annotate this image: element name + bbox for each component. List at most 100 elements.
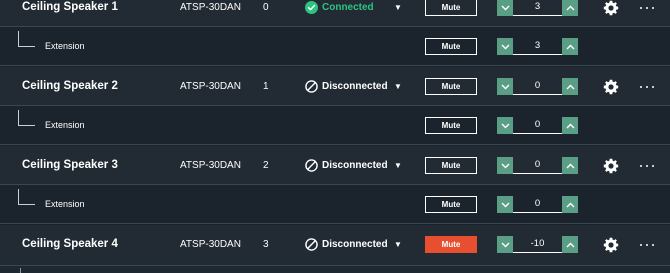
chevron-down-icon[interactable]: ▼ [394,0,402,27]
volume-down-button[interactable] [497,157,513,174]
chevron-down-icon [501,84,509,89]
speaker-index: 2 [263,160,269,171]
volume-value[interactable]: -10 [513,236,562,253]
gear-icon[interactable] [603,0,619,16]
mute-button[interactable]: Mute [425,117,477,134]
volume-down-button[interactable] [497,78,513,95]
volume-value[interactable]: 0 [513,117,562,134]
speaker-model: ATSP-30DAN [180,81,241,92]
volume-up-button[interactable] [562,117,578,134]
volume-value[interactable]: 0 [513,196,562,213]
speaker-index: 1 [263,81,269,92]
chevron-down-icon[interactable]: ▼ [394,146,402,185]
chevron-up-icon [566,84,574,89]
extension-row: Extension Mute 0 [0,185,670,224]
mute-button[interactable]: Mute [425,0,477,16]
volume-value[interactable]: 0 [513,78,562,95]
chevron-down-icon [501,123,509,128]
chevron-down-icon [501,5,509,10]
volume-down-button[interactable] [497,117,513,134]
gear-icon[interactable] [603,158,619,174]
mute-button[interactable]: Mute [425,78,477,95]
tree-connector [18,31,35,47]
blocked-circle-icon [305,238,318,251]
chevron-up-icon [566,123,574,128]
more-options-icon[interactable] [640,164,654,168]
volume-down-button[interactable] [497,236,513,253]
speaker-name: Ceiling Speaker 1 [22,1,118,13]
mute-button[interactable]: Mute [425,38,477,55]
list-footer [0,266,670,273]
status-label: Disconnected [322,81,388,92]
volume-stepper: 3 [497,38,578,55]
extension-label: Extension [45,41,85,51]
chevron-up-icon [566,5,574,10]
mute-button[interactable]: Mute [425,196,477,213]
speaker-row: Ceiling Speaker 4 ATSP-30DAN 3 Disconnec… [0,225,670,266]
volume-up-button[interactable] [562,196,578,213]
speaker-model: ATSP-30DAN [180,160,241,171]
chevron-down-icon [501,202,509,207]
connection-status: Disconnected [305,225,388,264]
volume-down-button[interactable] [497,196,513,213]
speaker-name: Ceiling Speaker 4 [22,238,118,250]
speaker-name: Ceiling Speaker 2 [22,80,118,92]
more-options-icon[interactable] [640,85,654,89]
extension-label: Extension [45,199,85,209]
chevron-down-icon [501,163,509,168]
tree-connector [18,110,35,126]
connection-status: Disconnected [305,146,388,185]
volume-up-button[interactable] [562,38,578,55]
speaker-model: ATSP-30DAN [180,2,241,13]
volume-stepper: -10 [497,236,578,253]
more-options-icon[interactable] [640,6,654,10]
volume-stepper: 0 [497,196,578,213]
connection-status: Connected [305,0,374,27]
speaker-list: Ceiling Speaker 1 ATSP-30DAN 0 Connected… [0,0,670,273]
status-label: Disconnected [322,239,388,250]
connection-status: Disconnected [305,67,388,106]
chevron-down-icon[interactable]: ▼ [394,225,402,264]
chevron-up-icon [566,44,574,49]
extension-row: Extension Mute 3 [0,27,670,66]
status-label: Disconnected [322,160,388,171]
extension-row: Extension Mute 0 [0,106,670,145]
speaker-index: 0 [263,2,269,13]
volume-up-button[interactable] [562,78,578,95]
tree-connector [18,189,35,205]
volume-stepper: 3 [497,0,578,16]
gear-icon[interactable] [603,237,619,253]
volume-down-button[interactable] [497,38,513,55]
mute-button[interactable]: Mute [425,236,477,253]
speaker-row: Ceiling Speaker 1 ATSP-30DAN 0 Connected… [0,0,670,27]
blocked-circle-icon [305,159,318,172]
volume-stepper: 0 [497,157,578,174]
mute-button[interactable]: Mute [425,157,477,174]
volume-value[interactable]: 3 [513,0,562,16]
chevron-down-icon [501,44,509,49]
chevron-down-icon [501,242,509,247]
speaker-row: Ceiling Speaker 3 ATSP-30DAN 2 Disconnec… [0,146,670,185]
chevron-up-icon [566,202,574,207]
volume-value[interactable]: 0 [513,157,562,174]
tree-connector [20,268,21,273]
extension-label: Extension [45,120,85,130]
volume-stepper: 0 [497,78,578,95]
volume-value[interactable]: 3 [513,38,562,55]
speaker-name: Ceiling Speaker 3 [22,159,118,171]
volume-up-button[interactable] [562,157,578,174]
status-label: Connected [322,2,374,13]
volume-up-button[interactable] [562,236,578,253]
chevron-down-icon[interactable]: ▼ [394,67,402,106]
gear-icon[interactable] [603,79,619,95]
blocked-circle-icon [305,80,318,93]
more-options-icon[interactable] [640,243,654,247]
volume-down-button[interactable] [497,0,513,16]
volume-up-button[interactable] [562,0,578,16]
speaker-model: ATSP-30DAN [180,239,241,250]
speaker-index: 3 [263,239,269,250]
check-circle-icon [305,1,318,14]
chevron-up-icon [566,242,574,247]
speaker-row: Ceiling Speaker 2 ATSP-30DAN 1 Disconnec… [0,67,670,106]
volume-stepper: 0 [497,117,578,134]
